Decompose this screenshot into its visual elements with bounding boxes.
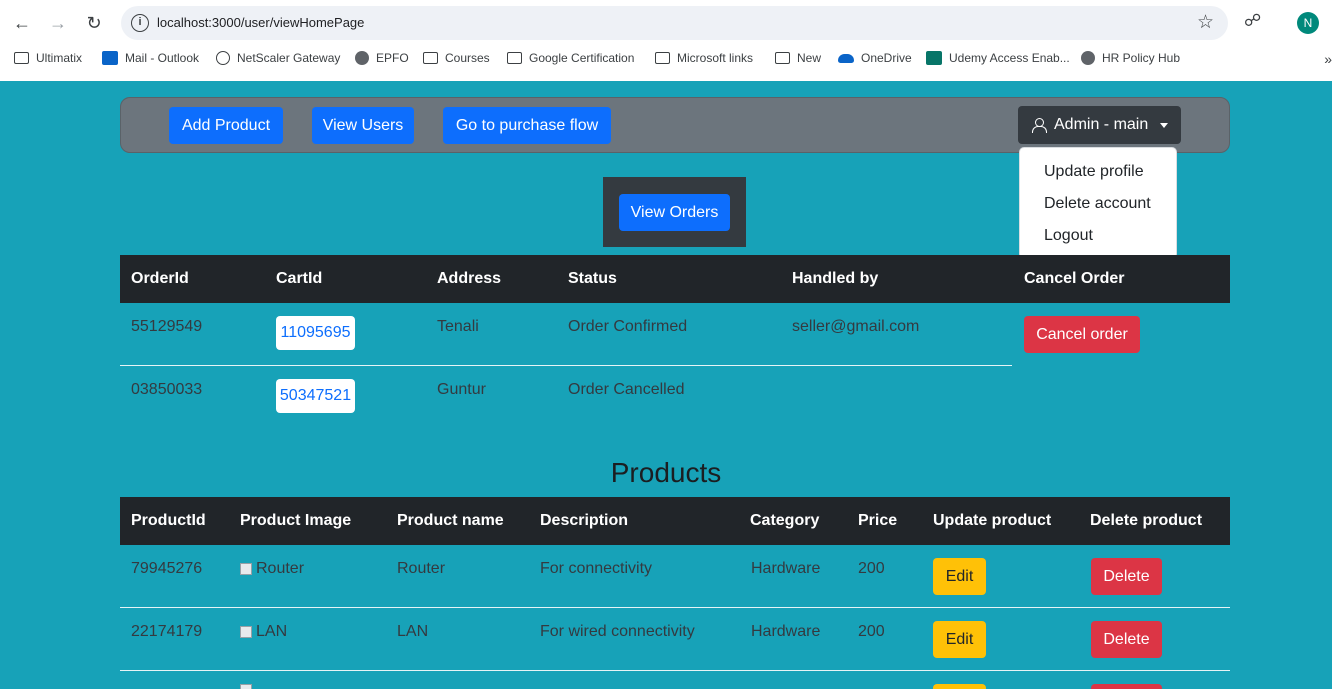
column-header: ProductId [131,512,206,529]
delete-product-button[interactable]: Delete [1091,558,1162,595]
bookmark-google-certification[interactable]: Google Certification [507,51,634,65]
column-header: Update product [933,512,1052,529]
url-text[interactable]: localhost:3000/user/viewHomePage [157,15,364,30]
cancel-order-button[interactable]: Cancel order [1024,316,1140,353]
column-header: Category [750,512,820,529]
folder-icon [14,52,29,64]
broken-image-icon [240,626,252,638]
onedrive-icon [838,53,854,63]
order-id: 03850033 [131,381,203,398]
globe-icon [1081,51,1095,65]
purchase-flow-button[interactable]: Go to purchase flow [443,107,611,144]
column-header: Cancel Order [1024,270,1125,287]
chevron-down-icon [1160,122,1169,128]
broken-image-icon [240,563,252,575]
lock-icon [216,51,230,65]
bookmark-hr-policy-hub[interactable]: HR Policy Hub [1081,51,1180,65]
bookmark-star-icon[interactable]: ☆ [1197,11,1214,34]
cart-id-link[interactable]: 50347521 [276,379,355,413]
forms-icon [926,51,942,65]
order-id: 55129549 [131,318,203,335]
column-header: OrderId [131,270,189,287]
browser-toolbar: ← → ↻ i localhost:3000/user/viewHomePage… [0,0,1332,46]
column-header: Price [858,512,898,529]
column-header: CartId [276,270,323,287]
column-header: Product Image [240,512,352,529]
products-table-header: ProductId Product Image Product name Des… [120,497,1230,545]
bookmark-onedrive[interactable]: OneDrive [838,51,912,65]
bookmark-microsoft-links[interactable]: Microsoft links [655,51,753,65]
folder-icon [507,52,522,64]
bookmark-new[interactable]: New [775,51,821,65]
bookmarks-bar: Ultimatix Mail - Outlook NetScaler Gatew… [0,46,1332,74]
column-header: Description [540,512,629,529]
menu-item-logout[interactable]: Logout [1044,227,1093,245]
orders-table-header: OrderId CartId Address Status Handled by… [120,255,1230,303]
globe-icon [355,51,369,65]
product-image: Router [240,560,304,578]
user-dropdown-menu: Update profile Delete account Logout [1019,147,1177,259]
column-header: Status [568,270,617,287]
product-name: LAN [397,623,429,640]
outlook-icon [102,51,118,65]
delete-product-button[interactable] [1091,684,1162,689]
forward-icon[interactable]: → [46,11,70,35]
column-header: Product name [397,512,504,529]
product-category: Hardware [751,623,821,640]
product-description: For connectivity [540,560,653,577]
order-address: Guntur [437,381,486,398]
column-header: Handled by [792,270,879,287]
edit-product-button[interactable]: Edit [933,558,986,595]
bookmark-netscaler[interactable]: NetScaler Gateway [216,51,340,65]
edit-product-button[interactable] [933,684,986,689]
product-price: 200 [858,560,885,577]
bookmark-courses[interactable]: Courses [423,51,490,65]
broken-image-icon [240,684,252,689]
profile-avatar[interactable]: N [1297,12,1319,34]
order-status: Order Confirmed [568,318,688,335]
product-category: Hardware [751,560,821,577]
column-header: Delete product [1090,512,1203,529]
folder-icon [655,52,670,64]
bookmark-epfo[interactable]: EPFO [355,51,409,65]
products-title: Products [610,457,722,488]
bookmark-udemy[interactable]: Udemy Access Enab... [926,51,1070,65]
row-divider [120,607,1230,608]
row-divider [120,670,1230,671]
order-address: Tenali [437,318,479,335]
folder-icon [423,52,438,64]
product-image: LAN [240,623,287,641]
column-header: Address [437,270,502,287]
bookmark-mail-outlook[interactable]: Mail - Outlook [102,51,199,65]
product-id: 22174179 [131,623,203,640]
reload-icon[interactable]: ↻ [82,11,106,35]
delete-product-button[interactable]: Delete [1091,621,1162,658]
view-orders-button[interactable]: View Orders [619,194,730,231]
user-menu-toggle[interactable]: Admin - main [1018,106,1181,144]
back-icon[interactable]: ← [10,11,34,35]
bookmarks-overflow-icon[interactable]: » [1324,51,1332,67]
view-users-button[interactable]: View Users [312,107,414,144]
edit-product-button[interactable]: Edit [933,621,986,658]
row-divider [120,365,1012,366]
extensions-icon[interactable]: ☍ [1244,11,1266,33]
cart-id-link[interactable]: 11095695 [276,316,355,350]
product-price: 200 [858,623,885,640]
order-status: Order Cancelled [568,381,685,398]
product-name: Router [397,560,446,577]
add-product-button[interactable]: Add Product [169,107,283,144]
bookmark-ultimatix[interactable]: Ultimatix [14,51,82,65]
user-menu-label: Admin - main [1054,116,1149,133]
menu-item-update-profile[interactable]: Update profile [1044,163,1144,181]
menu-item-delete-account[interactable]: Delete account [1044,195,1151,213]
product-description: For wired connectivity [540,623,695,640]
product-id: 79945276 [131,560,203,577]
order-handled-by: seller@gmail.com [792,318,920,335]
folder-icon [775,52,790,64]
browser-chrome: ← → ↻ i localhost:3000/user/viewHomePage… [0,0,1332,81]
site-info-icon[interactable]: i [131,14,149,32]
address-bar[interactable]: i localhost:3000/user/viewHomePage ☆ [121,6,1228,40]
user-icon [1032,118,1047,133]
